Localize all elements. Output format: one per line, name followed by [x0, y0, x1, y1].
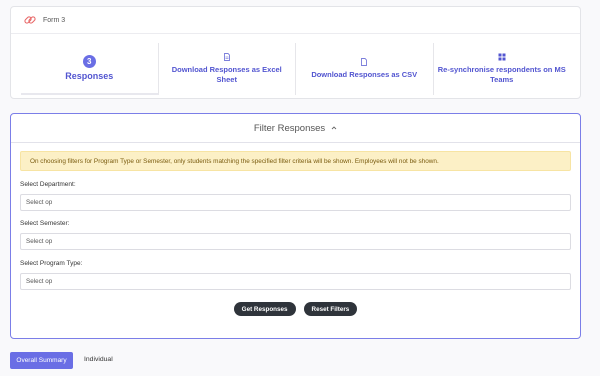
filter-notice: On choosing filters for Program Type or …: [20, 151, 571, 171]
link-icon: [23, 13, 37, 27]
download-csv-button[interactable]: Download Responses as CSV: [296, 43, 434, 95]
filter-title: Filter Responses: [253, 122, 326, 134]
responses-label: Responses: [65, 71, 114, 81]
form-header: Form 3: [11, 7, 580, 34]
reset-filters-button[interactable]: Reset Filters: [303, 302, 358, 316]
form-title: Form 3: [43, 16, 66, 24]
resync-teams-label: Re-synchronise respondents on MS Teams: [437, 65, 566, 84]
individual-tab[interactable]: Individual: [84, 356, 113, 363]
program-type-label: Select Program Type:: [20, 260, 83, 267]
document-icon: [223, 53, 230, 61]
responses-count-badge: 3: [82, 55, 96, 68]
department-select-value: Select op: [26, 199, 53, 206]
semester-select-value: Select op: [26, 238, 53, 245]
filter-card: Filter Responses On choosing filters for…: [10, 113, 581, 339]
filter-actions: Get Responses Reset Filters: [11, 302, 580, 316]
program-type-select[interactable]: Select op: [20, 273, 571, 290]
filter-notice-text: On choosing filters for Program Type or …: [30, 157, 439, 165]
form-card: Form 3 3 Responses Download Responses as…: [10, 6, 581, 99]
download-excel-label: Download Responses as Excel Sheet: [171, 65, 282, 84]
department-select[interactable]: Select op: [20, 194, 571, 211]
file-icon: [361, 58, 368, 66]
windows-icon: [498, 53, 506, 61]
semester-label: Select Semester:: [20, 220, 70, 227]
download-csv-label: Download Responses as CSV: [311, 70, 418, 79]
semester-select[interactable]: Select op: [20, 233, 571, 250]
get-responses-button[interactable]: Get Responses: [233, 302, 296, 316]
download-excel-button[interactable]: Download Responses as Excel Sheet: [159, 43, 296, 95]
department-label: Select Department:: [20, 181, 76, 188]
resync-teams-button[interactable]: Re-synchronise respondents on MS Teams: [434, 43, 571, 95]
action-tiles: 3 Responses Download Responses as Excel …: [21, 43, 570, 95]
overall-summary-tab[interactable]: Overall Summary: [10, 352, 73, 369]
responses-tile[interactable]: 3 Responses: [21, 43, 159, 95]
chevron-up-icon[interactable]: [331, 125, 337, 131]
program-type-select-value: Select op: [26, 278, 53, 285]
filter-header[interactable]: Filter Responses: [11, 114, 580, 143]
